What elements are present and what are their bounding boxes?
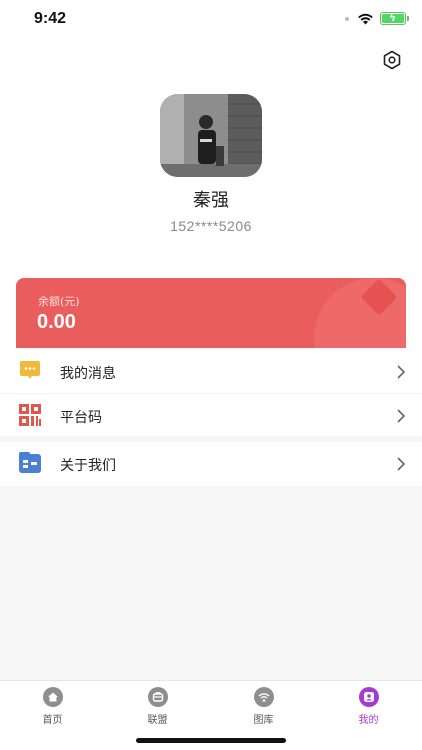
status-bar: 9:42 ϟ (0, 0, 422, 44)
qr-code-icon (18, 404, 42, 426)
status-icons: ϟ (345, 11, 409, 25)
chevron-right-icon (396, 456, 406, 472)
settings-button[interactable] (380, 48, 404, 72)
message-icon (18, 360, 42, 382)
tab-label: 首页 (42, 715, 63, 726)
settings-hexagon-icon (383, 50, 401, 70)
tab-gallery[interactable]: 图库 (211, 685, 316, 729)
home-indicator[interactable] (136, 738, 286, 743)
gallery-icon (253, 687, 274, 707)
tab-profile[interactable]: 我的 (316, 685, 421, 729)
tab-alliance[interactable]: 联盟 (105, 685, 210, 729)
wifi-icon (357, 13, 374, 25)
user-phone: 152****5206 (170, 218, 252, 234)
balance-decoration (314, 278, 406, 348)
balance-value: 0.00 (37, 311, 76, 333)
chevron-right-icon (396, 408, 406, 424)
home-icon (42, 687, 63, 707)
balance-card[interactable]: 余额(元) 0.00 (16, 278, 406, 348)
menu-group-about: 关于我们 (0, 442, 422, 486)
signal-dot-icon (345, 16, 349, 21)
menu-item-about-us[interactable]: 关于我们 (0, 442, 422, 485)
battery-charging-icon: ϟ (380, 11, 409, 25)
profile-icon (358, 687, 379, 707)
tab-label: 我的 (358, 715, 379, 726)
user-name: 秦强 (193, 190, 229, 211)
menu-item-label: 平台码 (60, 410, 102, 426)
alliance-icon (147, 687, 168, 707)
menu-item-platform-code[interactable]: 平台码 (0, 393, 422, 436)
status-time: 9:42 (34, 10, 67, 27)
menu-group-main: 我的消息 平台码 (0, 350, 422, 436)
balance-label: 余额(元) (38, 295, 80, 308)
about-us-icon (18, 452, 42, 474)
avatar[interactable] (160, 94, 262, 177)
chevron-right-icon (396, 364, 406, 380)
menu-item-label: 我的消息 (60, 366, 116, 382)
tab-label: 图库 (253, 715, 274, 726)
tab-home[interactable]: 首页 (0, 685, 105, 729)
menu-item-label: 关于我们 (60, 458, 116, 474)
menu-item-messages[interactable]: 我的消息 (0, 350, 422, 393)
tab-label: 联盟 (147, 715, 168, 726)
